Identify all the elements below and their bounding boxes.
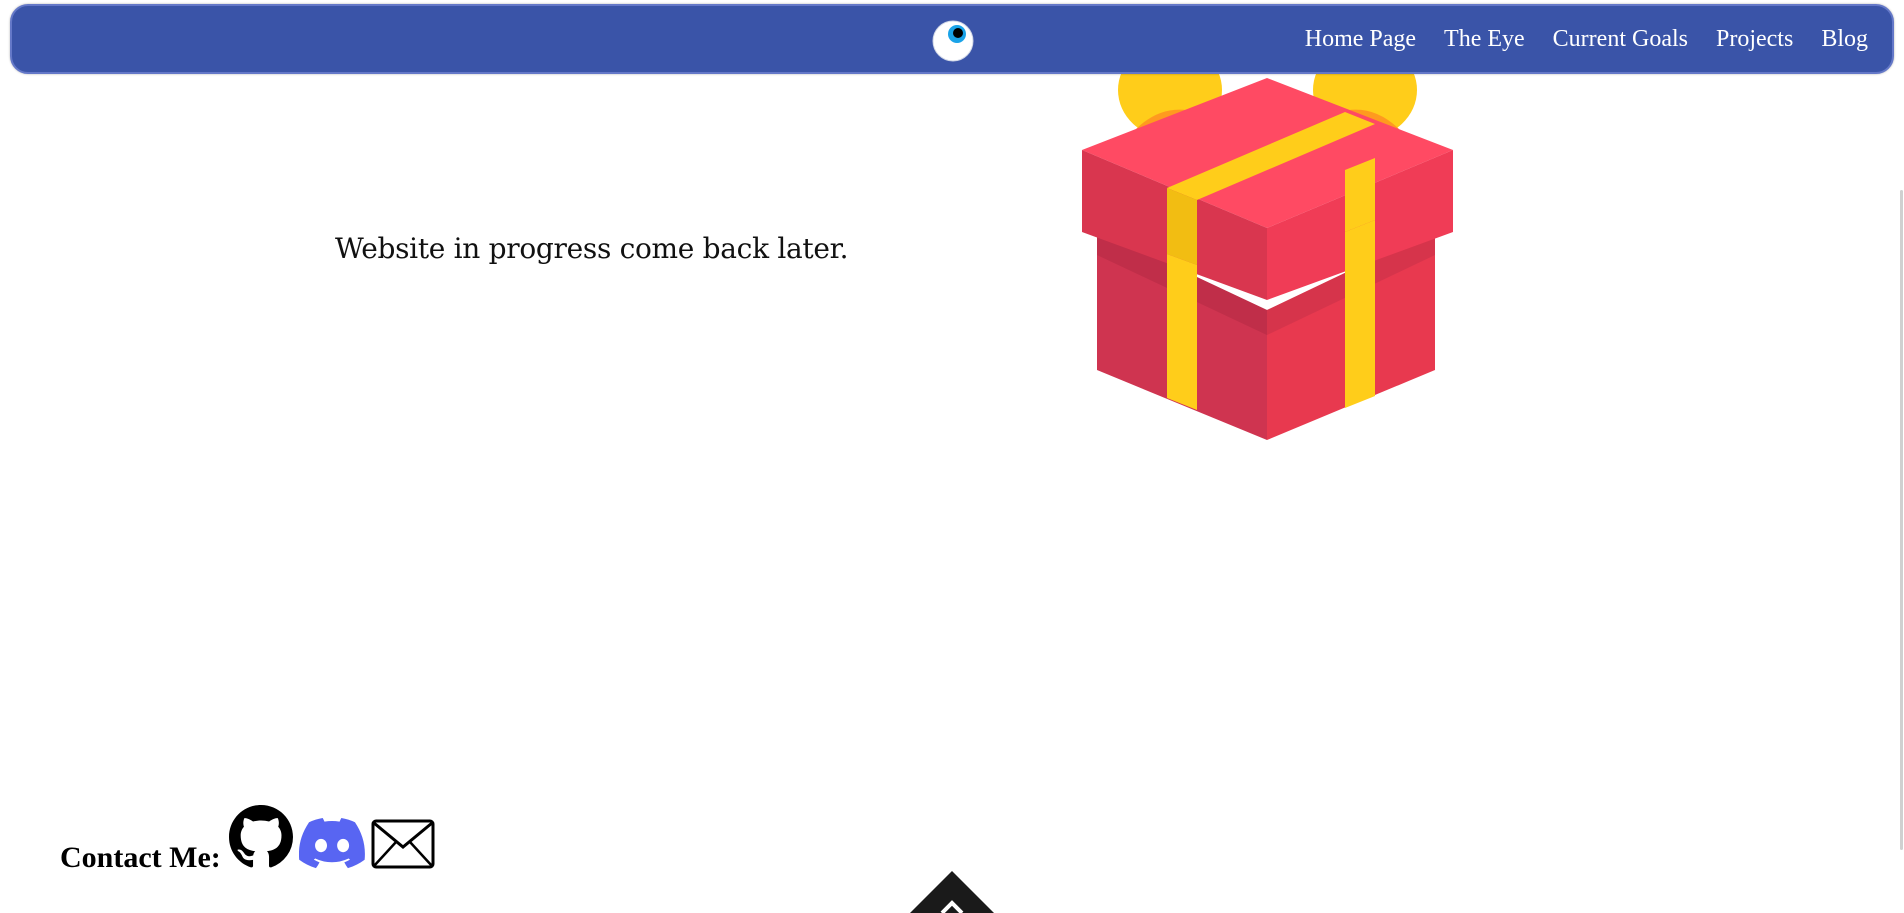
eye-logo-icon[interactable] <box>932 20 974 62</box>
page: Home Page The Eye Current Goals Projects… <box>0 0 1904 913</box>
navbar: Home Page The Eye Current Goals Projects… <box>10 4 1894 74</box>
scrollbar-thumb[interactable] <box>1900 190 1903 850</box>
nav-links: Home Page The Eye Current Goals Projects… <box>1291 6 1882 72</box>
progress-message: Website in progress come back later. <box>335 232 849 265</box>
nav-link-the-eye[interactable]: The Eye <box>1430 26 1539 53</box>
nav-link-blog[interactable]: Blog <box>1807 26 1882 53</box>
arrow-up-icon[interactable] <box>908 871 996 913</box>
nav-link-home[interactable]: Home Page <box>1291 26 1430 53</box>
github-icon[interactable] <box>228 805 293 873</box>
contact-section: Contact Me: <box>60 805 435 873</box>
nav-link-projects[interactable]: Projects <box>1702 26 1807 53</box>
discord-icon[interactable] <box>298 817 365 873</box>
email-icon[interactable] <box>371 819 435 873</box>
contact-label: Contact Me: <box>60 841 221 874</box>
gift-box-icon <box>1075 42 1465 450</box>
nav-link-current-goals[interactable]: Current Goals <box>1539 26 1702 53</box>
scrollbar[interactable] <box>1898 0 1904 913</box>
